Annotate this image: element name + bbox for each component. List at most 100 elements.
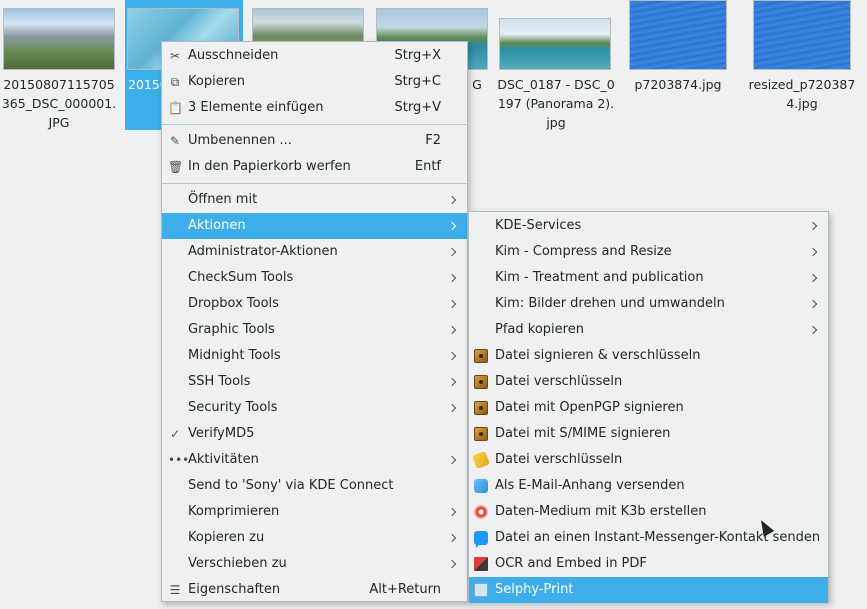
submenu-item-instant-messenger[interactable]: Datei an einen Instant-Messenger-Kontakt… (469, 525, 828, 551)
submenu-item-selphy-print[interactable]: Selphy-Print (469, 577, 828, 603)
menu-item-ssh-tools[interactable]: SSH Tools (162, 369, 467, 395)
file-name[interactable]: resized_p7203874.jpg (743, 75, 861, 113)
thumbnail[interactable] (3, 8, 115, 70)
menu-separator (162, 124, 467, 125)
menu-item-checksum-tools[interactable]: CheckSum Tools (162, 265, 467, 291)
submenu-item-sign-smime[interactable]: Datei mit S/MIME signieren (469, 421, 828, 447)
menu-item-label: Daten-Medium mit K3b erstellen (495, 504, 707, 519)
menu-item-label: Aktivitäten (188, 452, 259, 467)
menu-item-label: Datei signieren & verschlüsseln (495, 348, 701, 363)
menu-item-copy[interactable]: ⧉ Kopieren Strg+C (162, 69, 467, 95)
menu-item-graphic-tools[interactable]: Graphic Tools (162, 317, 467, 343)
ocr-icon (474, 557, 488, 571)
chevron-right-icon (449, 551, 457, 577)
submenu-item-encrypt-alt[interactable]: Datei verschlüsseln (469, 447, 828, 473)
rename-icon: ✎ (169, 134, 181, 148)
file-name[interactable]: 20150807115705365_DSC_000001.JPG (0, 75, 118, 132)
tag-icon (472, 451, 490, 469)
menu-item-label: Send to 'Sony' via KDE Connect (188, 478, 394, 493)
seal-icon (474, 427, 488, 441)
menu-item-label: Kim - Compress and Resize (495, 244, 672, 259)
menu-item-label: Graphic Tools (188, 322, 275, 337)
disc-icon (474, 505, 488, 519)
chevron-right-icon (449, 525, 457, 551)
menu-item-activities[interactable]: ••• Aktivitäten (162, 447, 467, 473)
seal-icon (474, 401, 488, 415)
chevron-right-icon (449, 213, 457, 239)
chevron-right-icon (449, 447, 457, 473)
menu-item-label: Selphy-Print (495, 582, 574, 597)
menu-item-security-tools[interactable]: Security Tools (162, 395, 467, 421)
chevron-right-icon (449, 317, 457, 343)
menu-item-label: Pfad kopieren (495, 322, 584, 337)
menu-item-verifymd5[interactable]: ✓ VerifyMD5 (162, 421, 467, 447)
chevron-right-icon (449, 291, 457, 317)
menu-item-actions[interactable]: Aktionen (162, 213, 467, 239)
menu-item-admin-actions[interactable]: Administrator-Aktionen (162, 239, 467, 265)
chevron-right-icon (810, 317, 818, 343)
chevron-right-icon (449, 395, 457, 421)
submenu-item-copy-path[interactable]: Pfad kopieren (469, 317, 828, 343)
submenu-item-kde-services[interactable]: KDE-Services (469, 213, 828, 239)
menu-item-label: Ausschneiden (188, 48, 279, 63)
menu-item-copy-to[interactable]: Kopieren zu (162, 525, 467, 551)
chevron-right-icon (810, 291, 818, 317)
menu-item-label: Als E-Mail-Anhang versenden (495, 478, 685, 493)
chevron-right-icon (810, 265, 818, 291)
menu-item-label: Umbenennen ... (188, 133, 292, 148)
menu-item-shortcut: Strg+C (394, 74, 441, 89)
menu-item-label: Komprimieren (188, 504, 280, 519)
paste-icon: 📋 (168, 101, 183, 115)
menu-item-paste[interactable]: 📋 3 Elemente einfügen Strg+V (162, 95, 467, 121)
menu-item-label: CheckSum Tools (188, 270, 294, 285)
properties-icon: ☰ (169, 583, 181, 597)
menu-item-properties[interactable]: ☰ Eigenschaften Alt+Return (162, 577, 467, 603)
menu-item-label: Administrator-Aktionen (188, 244, 338, 259)
menu-item-dropbox-tools[interactable]: Dropbox Tools (162, 291, 467, 317)
chevron-right-icon (449, 369, 457, 395)
submenu-item-ocr-pdf[interactable]: OCR and Embed in PDF (469, 551, 828, 577)
thumbnail[interactable] (499, 18, 611, 70)
menu-item-cut[interactable]: ✂ Ausschneiden Strg+X (162, 43, 467, 69)
chat-icon (474, 531, 488, 548)
submenu-item-k3b[interactable]: Daten-Medium mit K3b erstellen (469, 499, 828, 525)
chevron-right-icon (810, 239, 818, 265)
menu-separator (162, 183, 467, 184)
submenu-item-encrypt[interactable]: Datei verschlüsseln (469, 369, 828, 395)
chevron-right-icon (449, 239, 457, 265)
menu-item-shortcut: F2 (425, 133, 441, 148)
menu-item-label: Aktionen (188, 218, 246, 233)
menu-item-label: Datei mit S/MIME signieren (495, 426, 671, 441)
menu-item-shortcut: Strg+V (394, 100, 441, 115)
menu-item-open-with[interactable]: Öffnen mit (162, 187, 467, 213)
submenu-item-sign-openpgp[interactable]: Datei mit OpenPGP signieren (469, 395, 828, 421)
menu-item-label: SSH Tools (188, 374, 251, 389)
menu-item-shortcut: Alt+Return (369, 582, 441, 597)
menu-item-rename[interactable]: ✎ Umbenennen ... F2 (162, 128, 467, 154)
submenu-item-kim-treatment[interactable]: Kim - Treatment and publication (469, 265, 828, 291)
menu-item-label: Öffnen mit (188, 192, 258, 207)
menu-item-move-to[interactable]: Verschieben zu (162, 551, 467, 577)
chevron-right-icon (449, 343, 457, 369)
menu-item-label: Security Tools (188, 400, 278, 415)
submenu-item-kim-compress[interactable]: Kim - Compress and Resize (469, 239, 828, 265)
submenu-item-email-attachment[interactable]: Als E-Mail-Anhang versenden (469, 473, 828, 499)
menu-item-shortcut: Strg+X (394, 48, 441, 63)
submenu-item-kim-rotate[interactable]: Kim: Bilder drehen und umwandeln (469, 291, 828, 317)
chevron-right-icon (449, 265, 457, 291)
menu-item-kde-connect[interactable]: Send to 'Sony' via KDE Connect (162, 473, 467, 499)
scissors-icon: ✂ (169, 49, 181, 63)
menu-item-shortcut: Entf (414, 159, 441, 174)
thumbnail[interactable] (753, 0, 851, 70)
menu-item-trash[interactable]: 🗑 In den Papierkorb werfen Entf (162, 154, 467, 180)
menu-item-label: VerifyMD5 (188, 426, 255, 441)
thumbnail[interactable] (629, 0, 727, 70)
file-name[interactable]: p7203874.jpg (619, 75, 737, 94)
file-name[interactable]: DSC_0187 - DSC_0197 (Panorama 2).jpg (497, 75, 615, 132)
menu-item-label: KDE-Services (495, 218, 582, 233)
menu-item-compress[interactable]: Komprimieren (162, 499, 467, 525)
file-name[interactable]: G (467, 75, 487, 94)
activities-icon: ••• (168, 453, 190, 467)
submenu-item-sign-encrypt[interactable]: Datei signieren & verschlüsseln (469, 343, 828, 369)
menu-item-midnight-tools[interactable]: Midnight Tools (162, 343, 467, 369)
